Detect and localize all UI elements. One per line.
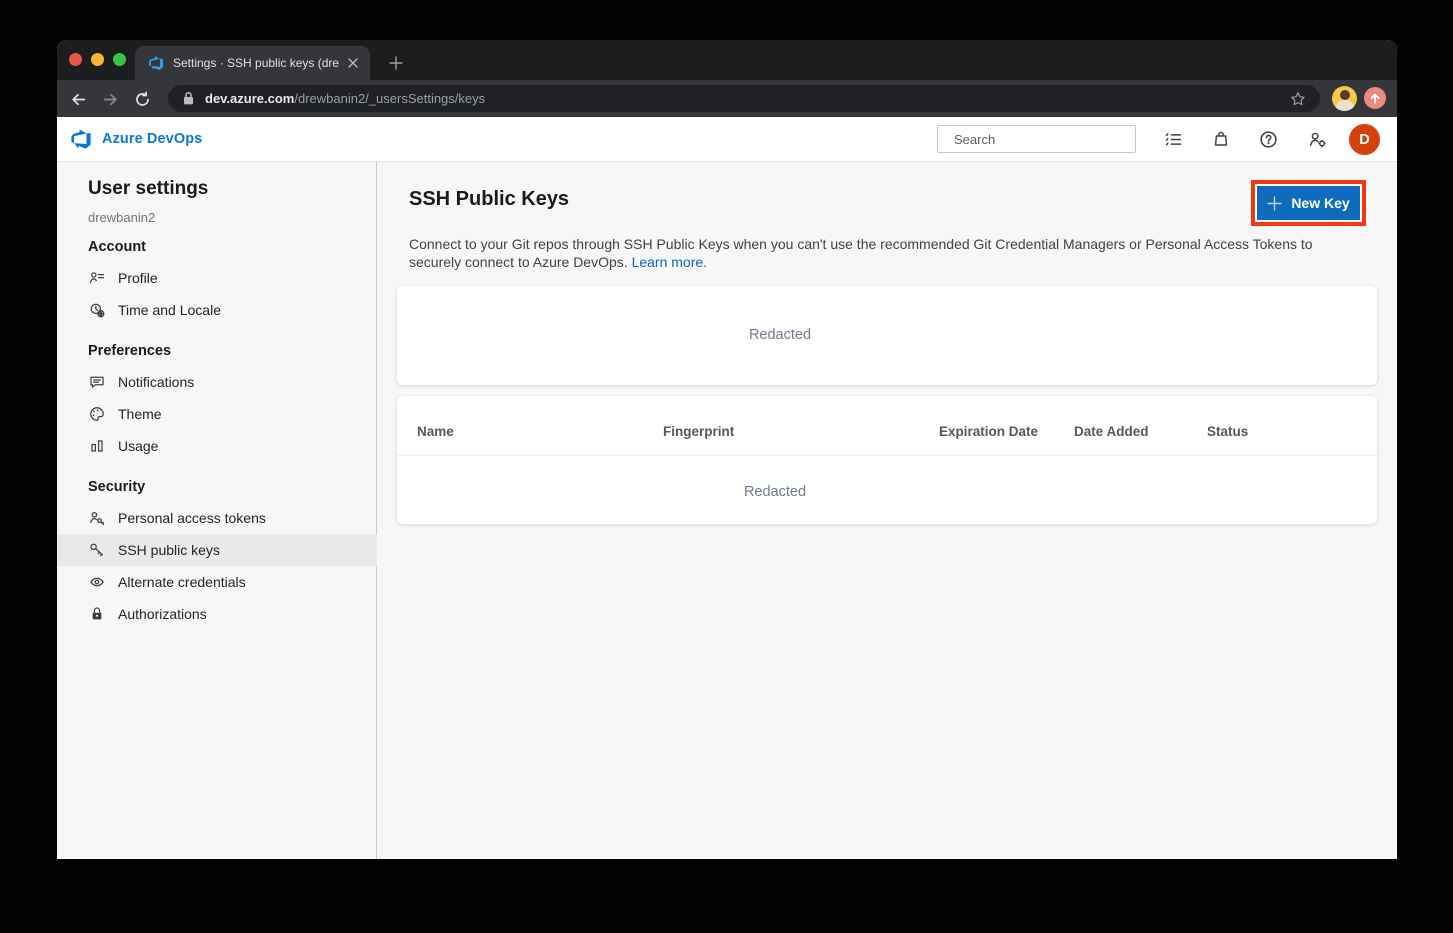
eye-icon xyxy=(89,574,105,590)
lock-icon xyxy=(89,606,105,622)
usage-icon xyxy=(89,438,105,454)
sidebar-item-usage[interactable]: Usage xyxy=(57,430,377,462)
chrome-profile-avatar[interactable] xyxy=(1332,86,1357,111)
avatar-body-shape xyxy=(1336,100,1354,111)
shopping-bag-icon xyxy=(1212,130,1230,148)
page-content: User settings drewbanin2 Account Profile… xyxy=(57,162,1397,859)
azure-devops-logo xyxy=(70,128,92,150)
redacted-banner-card: Redacted xyxy=(397,286,1377,385)
maximize-window-button[interactable] xyxy=(113,53,126,66)
forward-button[interactable] xyxy=(98,87,122,111)
sidebar-item-label: SSH public keys xyxy=(118,542,220,558)
sidebar-item-personal-access-tokens[interactable]: Personal access tokens xyxy=(57,502,377,534)
plus-icon xyxy=(1267,196,1282,211)
marketplace-button[interactable] xyxy=(1205,123,1237,155)
tab-title: Settings · SSH public keys (dre xyxy=(173,56,344,70)
chrome-update-badge[interactable] xyxy=(1364,87,1386,109)
sidebar-item-label: Alternate credentials xyxy=(118,574,246,590)
settings-sidebar: User settings drewbanin2 Account Profile… xyxy=(57,162,377,859)
notifications-icon xyxy=(89,374,105,390)
sidebar-title: User settings xyxy=(88,178,376,200)
column-header-fingerprint: Fingerprint xyxy=(663,424,734,439)
user-avatar[interactable]: D xyxy=(1349,124,1380,155)
annotation-highlight-box: New Key xyxy=(1251,180,1366,226)
ssh-keys-table-card: Name Fingerprint Expiration Date Date Ad… xyxy=(397,396,1377,524)
browser-tab-bar: Settings · SSH public keys (dre xyxy=(57,40,1397,80)
lock-icon xyxy=(182,91,195,106)
azure-devops-favicon xyxy=(148,55,164,71)
user-settings-button[interactable] xyxy=(1301,123,1333,155)
azure-devops-home-link[interactable]: Azure DevOps xyxy=(70,117,202,161)
sidebar-item-theme[interactable]: Theme xyxy=(57,398,377,430)
new-tab-button[interactable] xyxy=(382,49,410,77)
sidebar-item-label: Usage xyxy=(118,438,158,454)
time-locale-icon xyxy=(89,302,105,318)
close-window-button[interactable] xyxy=(69,53,82,66)
column-header-status: Status xyxy=(1207,424,1248,439)
sidebar-item-label: Notifications xyxy=(118,374,194,390)
sidebar-item-label: Authorizations xyxy=(118,606,207,622)
help-icon xyxy=(1259,130,1278,149)
section-preferences: Preferences xyxy=(88,343,376,359)
column-header-expiration-date: Expiration Date xyxy=(939,424,1038,439)
new-key-button[interactable]: New Key xyxy=(1257,186,1360,220)
help-button[interactable] xyxy=(1252,123,1284,155)
forward-arrow-icon xyxy=(102,91,119,108)
sidebar-item-profile[interactable]: Profile xyxy=(57,262,377,294)
browser-window: Settings · SSH public keys (dre dev.azur… xyxy=(57,40,1397,859)
avatar-head-shape xyxy=(1340,90,1350,100)
user-gear-icon xyxy=(1308,130,1327,149)
sidebar-item-notifications[interactable]: Notifications xyxy=(57,366,377,398)
task-list-icon xyxy=(1164,130,1183,149)
section-security: Security xyxy=(88,479,376,495)
sidebar-item-time-and-locale[interactable]: Time and Locale xyxy=(57,294,377,326)
redacted-placeholder: Redacted xyxy=(397,327,1163,343)
profile-icon xyxy=(89,270,105,286)
up-arrow-icon xyxy=(1370,93,1380,104)
bookmark-star-icon[interactable] xyxy=(1288,89,1308,109)
redacted-placeholder: Redacted xyxy=(397,484,1153,500)
description-text: Connect to your Git repos through SSH Pu… xyxy=(409,236,1313,270)
browser-tab[interactable]: Settings · SSH public keys (dre xyxy=(135,46,370,80)
main-panel: SSH Public Keys New Key Connect to your … xyxy=(378,162,1397,859)
url-domain: dev.azure.com xyxy=(205,91,294,106)
token-icon xyxy=(89,510,105,526)
reload-icon xyxy=(134,91,151,108)
back-button[interactable] xyxy=(66,87,90,111)
avatar-initial: D xyxy=(1359,132,1369,148)
close-tab-icon[interactable] xyxy=(344,54,362,72)
address-bar[interactable]: dev.azure.com/drewbanin2/_usersSettings/… xyxy=(168,85,1320,112)
column-header-date-added: Date Added xyxy=(1074,424,1149,439)
sidebar-item-label: Profile xyxy=(118,270,158,286)
search-input[interactable] xyxy=(954,132,1130,147)
learn-more-link[interactable]: Learn more. xyxy=(632,254,707,270)
sidebar-item-label: Time and Locale xyxy=(118,302,221,318)
brand-title: Azure DevOps xyxy=(102,131,202,147)
back-arrow-icon xyxy=(70,91,87,108)
column-header-name: Name xyxy=(417,424,454,439)
plus-icon xyxy=(389,56,403,70)
page-title: SSH Public Keys xyxy=(409,188,569,211)
sidebar-item-alternate-credentials[interactable]: Alternate credentials xyxy=(57,566,377,598)
key-icon xyxy=(89,542,105,558)
url-text: dev.azure.com/drewbanin2/_usersSettings/… xyxy=(205,91,1288,106)
page-description: Connect to your Git repos through SSH Pu… xyxy=(409,235,1357,272)
sidebar-item-authorizations[interactable]: Authorizations xyxy=(57,598,377,630)
url-path: /drewbanin2/_usersSettings/keys xyxy=(294,91,485,106)
search-box[interactable] xyxy=(937,125,1136,153)
sidebar-item-label: Theme xyxy=(118,406,162,422)
table-header-divider xyxy=(397,455,1377,456)
app-header: Azure DevOps xyxy=(57,117,1397,162)
browser-toolbar: dev.azure.com/drewbanin2/_usersSettings/… xyxy=(57,80,1397,117)
task-list-button[interactable] xyxy=(1157,123,1189,155)
new-key-button-label: New Key xyxy=(1291,195,1349,211)
theme-icon xyxy=(89,406,105,422)
traffic-lights xyxy=(69,53,126,66)
sidebar-item-label: Personal access tokens xyxy=(118,510,266,526)
sidebar-item-ssh-public-keys[interactable]: SSH public keys xyxy=(57,534,377,566)
section-account: Account xyxy=(88,239,376,255)
reload-button[interactable] xyxy=(130,87,154,111)
minimize-window-button[interactable] xyxy=(91,53,104,66)
sidebar-subtitle: drewbanin2 xyxy=(88,210,376,225)
